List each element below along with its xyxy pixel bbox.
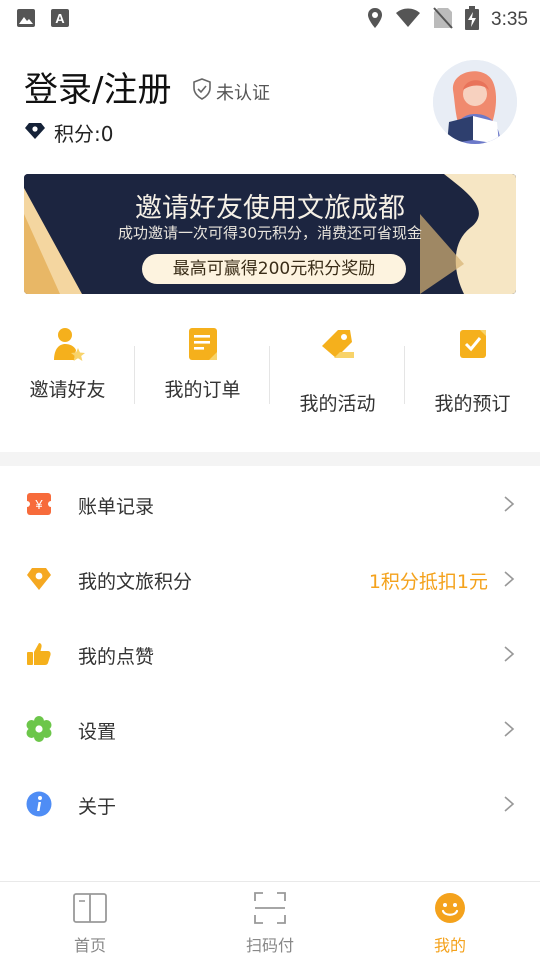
menu-item-label: 我的文旅积分 [78, 571, 193, 593]
menu-item-points[interactable]: 我的文旅积分 1积分抵扣1元 [0, 541, 540, 616]
thumbs-up-icon [26, 641, 52, 667]
section-divider [0, 452, 540, 466]
quick-action-bookings[interactable]: 我的预订 [405, 318, 540, 438]
verification-label: 未认证 [216, 82, 270, 104]
chevron-right-icon [502, 646, 516, 662]
invite-friend-icon [48, 324, 88, 364]
settings-gear-icon [26, 716, 52, 742]
menu-item-settings[interactable]: 设置 [0, 691, 540, 766]
nav-home-label: 首页 [73, 936, 106, 955]
font-icon: A [50, 8, 70, 32]
points-exchange-rate: 1积分抵扣1元 [368, 571, 488, 593]
banner-title: 邀请好友使用文旅成都 [135, 193, 405, 224]
menu-item-label: 关于 [78, 796, 117, 818]
nav-scan-pay[interactable]: 扫码付 [180, 882, 360, 960]
scan-icon [252, 890, 288, 926]
chevron-right-icon [502, 721, 516, 737]
menu-item-likes[interactable]: 我的点赞 [0, 616, 540, 691]
login-register-link[interactable]: 登录/注册 [24, 62, 171, 111]
activity-tag-icon [318, 324, 358, 364]
nav-home[interactable]: 首页 [0, 882, 180, 960]
no-sim-icon [433, 7, 453, 33]
bottom-navigation: 首页 扫码付 我的 [0, 881, 540, 960]
clock-time: 3:35 [491, 9, 528, 30]
bill-icon: ¥ [24, 491, 54, 517]
quick-action-orders-label: 我的订单 [164, 379, 241, 401]
quick-action-activities[interactable]: 我的活动 [270, 318, 405, 438]
order-icon [183, 324, 223, 364]
image-icon [16, 8, 36, 32]
wifi-icon [395, 8, 421, 32]
verification-status[interactable]: 未认证 [192, 78, 270, 105]
nav-scan-pay-label: 扫码付 [245, 936, 294, 955]
location-icon [367, 7, 383, 33]
booking-icon [453, 324, 493, 364]
quick-action-bookings-label: 我的预订 [434, 393, 511, 415]
avatar-woman-reading [433, 60, 517, 144]
status-bar: A 3:35 [0, 0, 540, 36]
chevron-right-icon [502, 496, 516, 512]
home-book-icon [72, 890, 108, 926]
menu-item-label: 我的点赞 [78, 646, 155, 668]
chevron-right-icon [502, 796, 516, 812]
quick-actions: 邀请好友 我的订单 我的活动 我的预订 [0, 318, 540, 438]
points-summary[interactable]: 积分:0 [24, 118, 113, 147]
me-smile-icon [432, 890, 468, 926]
nav-me-label: 我的 [433, 936, 466, 955]
quick-action-invite-label: 邀请好友 [29, 379, 106, 401]
chevron-right-icon [502, 571, 516, 587]
banner-reward-pill: 最高可赢得200元积分奖励 [142, 254, 406, 284]
nav-me[interactable]: 我的 [360, 882, 540, 960]
battery-charging-icon [465, 6, 480, 34]
points-value: 积分:0 [54, 122, 114, 146]
profile-header: 登录/注册 未认证 积分:0 [0, 50, 540, 160]
shield-check-icon [192, 78, 212, 105]
quick-action-activities-label: 我的活动 [299, 393, 376, 415]
quick-action-orders[interactable]: 我的订单 [135, 318, 270, 438]
banner-subtitle: 成功邀请一次可得30元积分，消费还可省现金 [117, 224, 423, 242]
svg-text:¥: ¥ [34, 497, 43, 512]
invite-banner[interactable]: 邀请好友使用文旅成都 成功邀请一次可得30元积分，消费还可省现金 最高可赢得20… [24, 174, 516, 294]
menu-item-about[interactable]: 关于 [0, 766, 540, 841]
svg-text:A: A [55, 11, 65, 26]
points-diamond-icon [24, 121, 46, 145]
settings-menu: ¥ 账单记录 我的文旅积分 1积分抵扣1元 我的点赞 设置 关于 [0, 466, 540, 841]
points-diamond-icon [26, 566, 52, 592]
menu-item-bills[interactable]: ¥ 账单记录 [0, 466, 540, 541]
avatar[interactable] [433, 60, 517, 144]
quick-action-invite[interactable]: 邀请好友 [0, 318, 135, 438]
info-icon [26, 791, 52, 817]
menu-item-label: 设置 [78, 721, 117, 743]
menu-item-label: 账单记录 [78, 496, 155, 518]
